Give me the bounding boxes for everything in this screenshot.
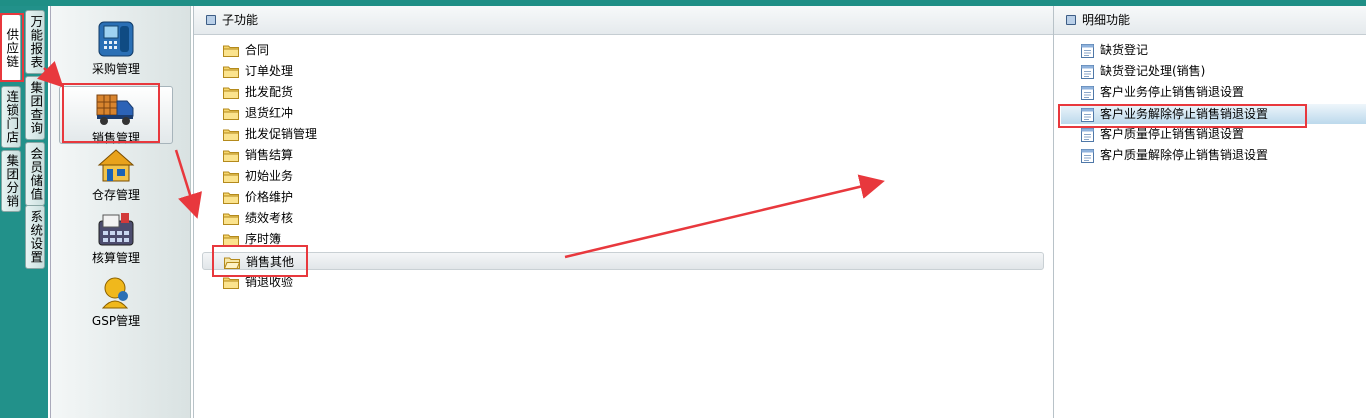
sub-function-item[interactable]: 销售结算 [223, 145, 293, 165]
module-purchase[interactable]: 采购管理 [59, 20, 173, 78]
sub-function-item[interactable]: 订单处理 [223, 61, 293, 81]
sub-function-panel: 子功能 [193, 6, 1053, 418]
document-icon [1081, 148, 1094, 163]
folder-icon [224, 257, 240, 269]
purchase-phone-icon [98, 21, 134, 57]
folder-icon [223, 192, 239, 204]
panel-header-icon [206, 14, 216, 25]
sub-function-label: 绩效考核 [245, 211, 294, 225]
tab-member-stored-value[interactable]: 会员储值 [25, 142, 45, 206]
detail-function-item[interactable]: 缺货登记 [1081, 40, 1148, 60]
folder-icon [223, 213, 239, 225]
sub-function-item[interactable]: 销售其他 [202, 252, 1044, 270]
folder-icon [223, 87, 239, 99]
detail-function-item[interactable]: 缺货登记处理(销售) [1081, 61, 1205, 81]
sub-function-item[interactable]: 绩效考核 [223, 208, 293, 228]
tab-chain-stores[interactable]: 连锁门店 [1, 86, 21, 148]
module-label: GSP管理 [91, 314, 141, 328]
sub-function-item[interactable]: 初始业务 [223, 166, 293, 186]
tab-system-settings[interactable]: 系统设置 [25, 205, 45, 269]
document-icon [1081, 43, 1094, 58]
panel-title: 明细功能 [1082, 13, 1131, 27]
folder-icon [223, 108, 239, 120]
sub-function-item[interactable]: 价格维护 [223, 187, 293, 207]
sub-function-label: 初始业务 [245, 169, 294, 183]
tab-supply-chain[interactable]: 供应链 [1, 14, 21, 82]
folder-icon [223, 66, 239, 78]
folder-icon [223, 277, 239, 289]
folder-icon [223, 45, 239, 57]
module-gsp[interactable]: GSP管理 [59, 274, 173, 332]
module-label: 采购管理 [91, 62, 140, 76]
tab-group-query[interactable]: 集团查询 [25, 76, 45, 140]
detail-function-label: 客户质量停止销售销退设置 [1100, 127, 1245, 141]
sub-function-label: 序时簿 [245, 232, 282, 246]
sub-function-label: 价格维护 [245, 190, 294, 204]
detail-function-label: 客户质量解除停止销售销退设置 [1100, 148, 1269, 162]
sub-function-item[interactable]: 合同 [223, 40, 269, 60]
document-icon [1081, 64, 1094, 79]
sub-function-label: 批发促销管理 [245, 127, 318, 141]
panel-header: 明细功能 [1054, 6, 1366, 35]
module-warehouse[interactable]: 仓存管理 [59, 148, 173, 206]
module-label: 销售管理 [91, 131, 140, 145]
folder-icon [223, 234, 239, 246]
document-icon [1081, 127, 1094, 142]
folder-icon [223, 150, 239, 162]
module-accounting[interactable]: 核算管理 [59, 211, 173, 269]
module-label: 仓存管理 [91, 188, 140, 202]
panel-title: 子功能 [222, 13, 259, 27]
module-sales[interactable]: 销售管理 [59, 86, 173, 145]
sub-function-item[interactable]: 批发促销管理 [223, 124, 317, 144]
folder-icon [223, 171, 239, 183]
gsp-user-icon [101, 277, 129, 309]
module-column: 采购管理 销售管理 仓存管理 核算管理 GSP管理 [50, 6, 191, 418]
document-icon [1081, 85, 1094, 100]
sales-truck-icon [96, 94, 134, 125]
accounting-calculator-icon [98, 213, 134, 246]
document-icon [1081, 107, 1094, 122]
sub-function-item[interactable]: 批发配货 [223, 82, 293, 102]
sub-function-label: 销售其他 [246, 255, 295, 269]
sub-function-label: 退货红冲 [245, 106, 294, 120]
sub-function-item[interactable]: 序时簿 [223, 229, 281, 249]
detail-function-label: 客户业务解除停止销售销退设置 [1100, 107, 1269, 121]
panel-header: 子功能 [194, 6, 1053, 35]
panel-header-icon [1066, 14, 1076, 25]
module-label: 核算管理 [91, 251, 140, 265]
warehouse-house-icon [97, 149, 135, 182]
sub-function-label: 销退收验 [245, 275, 294, 289]
folder-icon [223, 129, 239, 141]
tab-universal-reports[interactable]: 万能报表 [25, 10, 45, 74]
sub-function-label: 销售结算 [245, 148, 294, 162]
sub-function-item[interactable]: 退货红冲 [223, 103, 293, 123]
sub-function-label: 合同 [245, 43, 270, 57]
detail-function-item[interactable]: 客户质量停止销售销退设置 [1081, 124, 1244, 144]
detail-function-item[interactable]: 客户业务解除停止销售销退设置 [1061, 104, 1366, 124]
detail-function-item[interactable]: 客户质量解除停止销售销退设置 [1081, 145, 1268, 165]
tab-group-distribution[interactable]: 集团分销 [1, 150, 21, 212]
detail-function-item[interactable]: 客户业务停止销售销退设置 [1081, 82, 1244, 102]
sub-function-label: 订单处理 [245, 64, 294, 78]
sub-function-label: 批发配货 [245, 85, 294, 99]
detail-function-label: 缺货登记 [1100, 43, 1149, 57]
detail-function-label: 缺货登记处理(销售) [1100, 64, 1206, 78]
sub-function-item[interactable]: 销退收验 [223, 272, 293, 292]
detail-function-label: 客户业务停止销售销退设置 [1100, 85, 1245, 99]
